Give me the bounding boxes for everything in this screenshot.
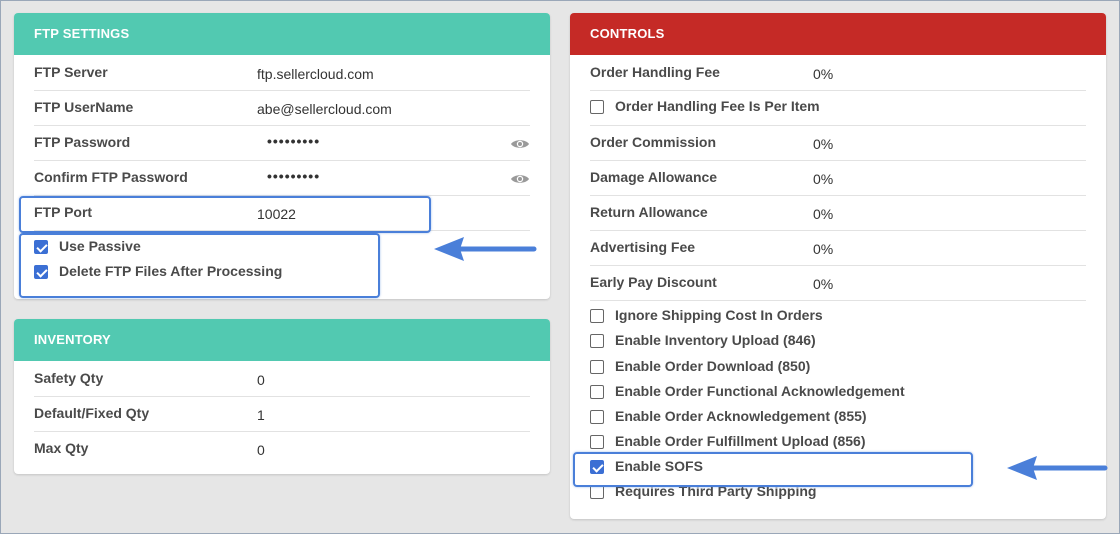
controls-card: CONTROLS Order Handling Fee 0% Order Han… [570, 13, 1106, 519]
handling-fee-value[interactable]: 0% [813, 66, 833, 82]
ftp-username-row: FTP UserName abe@sellercloud.com [34, 90, 530, 126]
inventory-card: INVENTORY Safety Qty 0 Default/Fixed Qty… [14, 319, 550, 474]
handling-per-item-label: Order Handling Fee Is Per Item [615, 98, 820, 114]
handling-fee-label: Order Handling Fee [590, 64, 720, 80]
safety-qty-value[interactable]: 0 [257, 372, 265, 388]
ftp-username-value[interactable]: abe@sellercloud.com [257, 101, 392, 117]
max-qty-label: Max Qty [34, 440, 89, 456]
sofs-highlight [573, 452, 973, 487]
ftp-password-label: FTP Password [34, 134, 131, 150]
ignore-shipping-label: Ignore Shipping Cost In Orders [615, 307, 823, 323]
eye-icon[interactable] [510, 173, 530, 185]
handling-fee-row: Order Handling Fee 0% [590, 55, 1086, 91]
order-download-label: Enable Order Download (850) [615, 358, 811, 374]
arrow-left-icon [434, 237, 537, 261]
order-download-checkbox[interactable] [590, 360, 604, 374]
early-pay-label: Early Pay Discount [590, 274, 717, 290]
safety-qty-row: Safety Qty 0 [34, 361, 530, 397]
max-qty-value[interactable]: 0 [257, 442, 265, 458]
eye-icon[interactable] [510, 138, 530, 150]
default-qty-label: Default/Fixed Qty [34, 405, 150, 421]
advertising-label: Advertising Fee [590, 239, 696, 255]
functional-ack-checkbox[interactable] [590, 385, 604, 399]
order-ack-label: Enable Order Acknowledgement (855) [615, 408, 867, 424]
damage-value[interactable]: 0% [813, 171, 833, 187]
ftp-password-row: FTP Password ••••••••• [34, 125, 530, 161]
ftp-username-label: FTP UserName [34, 99, 134, 115]
commission-row: Order Commission 0% [590, 125, 1086, 161]
return-value[interactable]: 0% [813, 206, 833, 222]
ftp-confirm-password-field[interactable]: ••••••••• [267, 168, 320, 184]
safety-qty-label: Safety Qty [34, 370, 104, 386]
ftp-confirm-password-label: Confirm FTP Password [34, 169, 188, 185]
third-party-checkbox[interactable] [590, 485, 604, 499]
early-pay-value[interactable]: 0% [813, 276, 833, 292]
ftp-settings-header: FTP SETTINGS [14, 13, 550, 55]
order-ack-checkbox[interactable] [590, 410, 604, 424]
advertising-row: Advertising Fee 0% [590, 230, 1086, 266]
ftp-password-field[interactable]: ••••••••• [267, 133, 320, 149]
ftp-server-value[interactable]: ftp.sellercloud.com [257, 66, 374, 82]
return-row: Return Allowance 0% [590, 195, 1086, 231]
inventory-header: INVENTORY [14, 319, 550, 361]
inventory-upload-checkbox[interactable] [590, 334, 604, 348]
return-label: Return Allowance [590, 204, 708, 220]
default-qty-row: Default/Fixed Qty 1 [34, 396, 530, 432]
ignore-shipping-checkbox[interactable] [590, 309, 604, 323]
max-qty-row: Max Qty 0 [34, 431, 530, 466]
ftp-options-highlight [19, 233, 380, 298]
arrow-left-icon [1007, 456, 1108, 480]
ftp-server-row: FTP Server ftp.sellercloud.com [34, 55, 530, 91]
default-qty-value[interactable]: 1 [257, 407, 265, 423]
damage-row: Damage Allowance 0% [590, 160, 1086, 196]
ftp-confirm-password-row: Confirm FTP Password ••••••••• [34, 160, 530, 196]
advertising-value[interactable]: 0% [813, 241, 833, 257]
handling-per-item-checkbox[interactable] [590, 100, 604, 114]
functional-ack-label: Enable Order Functional Acknowledgement [615, 383, 905, 399]
fulfillment-checkbox[interactable] [590, 435, 604, 449]
handling-per-item-row: Order Handling Fee Is Per Item [590, 90, 1086, 126]
commission-label: Order Commission [590, 134, 717, 150]
damage-label: Damage Allowance [590, 169, 718, 185]
fulfillment-label: Enable Order Fulfillment Upload (856) [615, 433, 866, 449]
early-pay-row: Early Pay Discount 0% [590, 265, 1086, 301]
ftp-port-highlight [19, 196, 431, 233]
commission-value[interactable]: 0% [813, 136, 833, 152]
ftp-server-label: FTP Server [34, 64, 108, 80]
inventory-upload-label: Enable Inventory Upload (846) [615, 332, 816, 348]
controls-header: CONTROLS [570, 13, 1106, 55]
